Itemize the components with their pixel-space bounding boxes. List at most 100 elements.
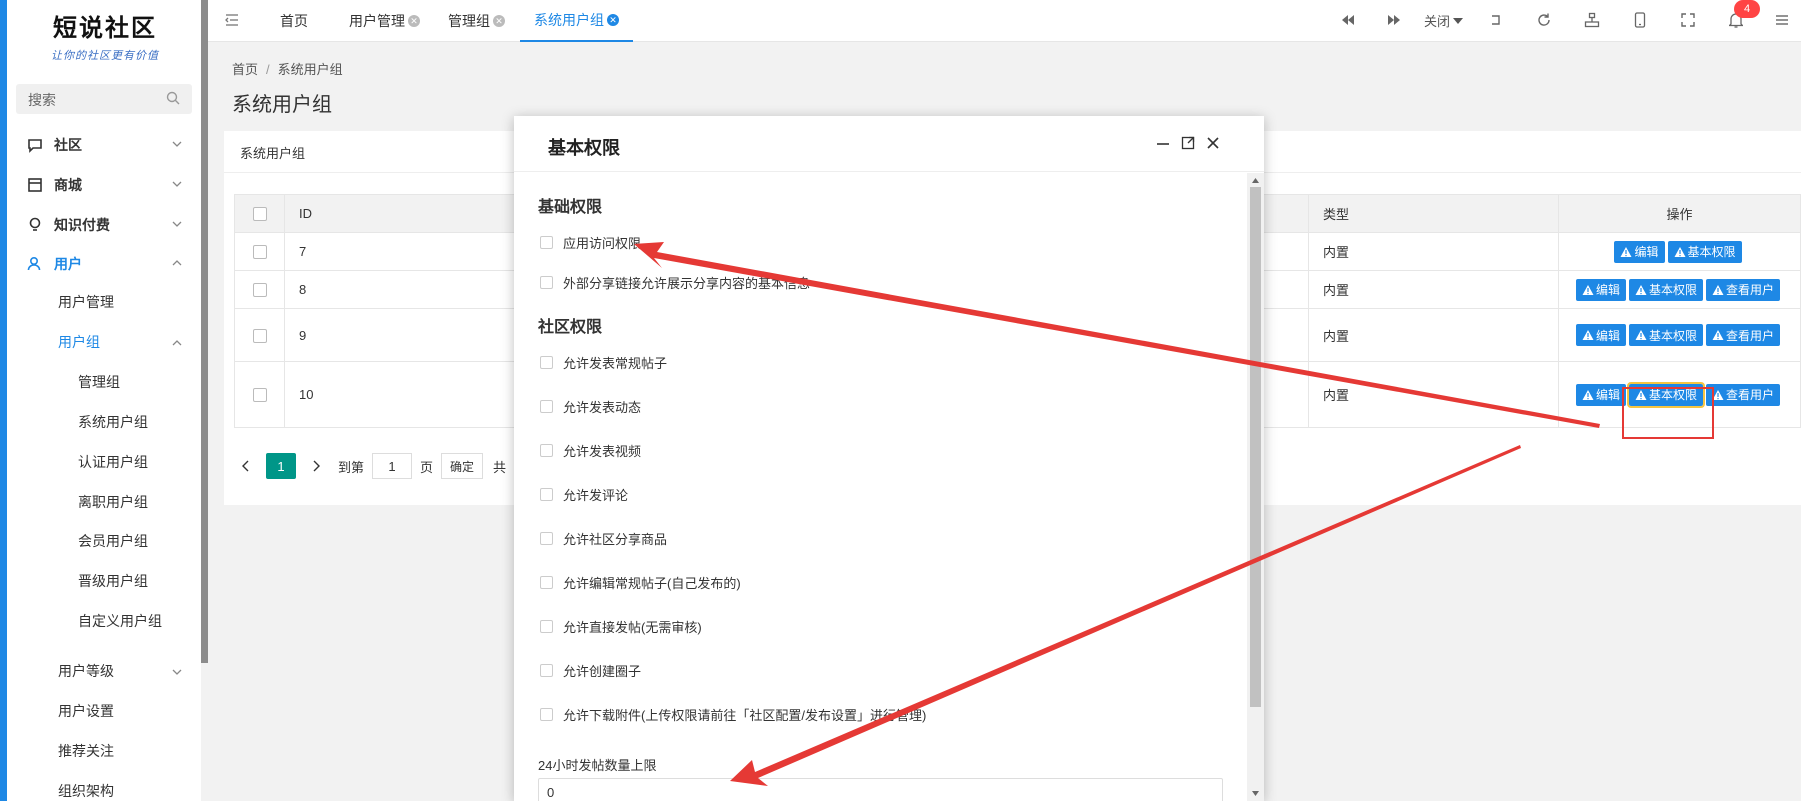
logo[interactable]: 短说社区 让你的社区更有价值: [30, 8, 180, 63]
sidebar-item-user[interactable]: 用户: [0, 249, 201, 279]
breadcrumb-current: 系统用户组: [277, 62, 343, 77]
edit-button[interactable]: 编辑: [1575, 278, 1626, 301]
perm-share-link-info[interactable]: 外部分享链接允许展示分享内容的基本信息: [540, 273, 810, 292]
breadcrumb-home[interactable]: 首页: [232, 62, 258, 77]
perm-label: 应用访问权限: [563, 236, 642, 251]
perm-create-circle[interactable]: 允许创建圈子: [540, 661, 641, 680]
sidebar-item-system-group[interactable]: 系统用户组: [78, 408, 148, 436]
view-users-button[interactable]: 查看用户: [1706, 324, 1781, 346]
mobile-preview-icon[interactable]: [1630, 10, 1650, 30]
edit-button[interactable]: 编辑: [1614, 240, 1665, 263]
basic-perm-button-label: 基本权限: [1648, 328, 1697, 343]
sidebar-item-org-structure[interactable]: 组织架构: [58, 777, 114, 801]
perm-edit-own-post[interactable]: 允许编辑常规帖子(自己发布的): [540, 573, 741, 592]
tab-home[interactable]: 首页: [280, 0, 308, 42]
row-checkbox[interactable]: [252, 328, 267, 343]
prev-page-icon[interactable]: [234, 454, 258, 478]
tab-label: 首页: [280, 13, 308, 29]
section-title-community: 社区权限: [538, 319, 603, 336]
basic-perm-button[interactable]: 基本权限: [1667, 240, 1742, 263]
close-tabs-dropdown[interactable]: 关闭: [1424, 11, 1464, 30]
perm-post-no-review[interactable]: 允许直接发帖(无需审核): [540, 617, 702, 636]
view-users-button[interactable]: 查看用户: [1706, 383, 1781, 406]
maximize-icon[interactable]: [1179, 134, 1197, 152]
perm-post-moment[interactable]: 允许发表动态: [540, 397, 641, 416]
search-placeholder: 搜索: [28, 92, 56, 108]
basic-perm-button[interactable]: 基本权限: [1628, 324, 1703, 346]
row-checkbox[interactable]: [252, 245, 267, 260]
sidebar-item-knowledge[interactable]: 知识付费: [0, 210, 201, 240]
row-type: 内置: [1308, 308, 1559, 362]
tab-system-group[interactable]: 系统用户组 ✕: [520, 0, 633, 42]
perm-checkbox[interactable]: [540, 356, 553, 369]
close-icon[interactable]: ✕: [408, 15, 420, 27]
perm-checkbox[interactable]: [540, 532, 553, 545]
scroll-down-icon[interactable]: [1251, 789, 1260, 798]
tab-scroll-right-icon[interactable]: [1384, 10, 1404, 30]
scroll-up-icon[interactable]: [1251, 176, 1260, 185]
perm-checkbox[interactable]: [540, 708, 553, 721]
perm-post-regular[interactable]: 允许发表常规帖子: [540, 353, 667, 372]
tab-admin-group[interactable]: 管理组 ✕: [448, 0, 505, 42]
sidebar-item-store[interactable]: 商城: [0, 170, 201, 200]
post-limit-input[interactable]: 0: [538, 778, 1223, 801]
perm-download-attachment[interactable]: 允许下载附件(上传权限请前往「社区配置/发布设置」进行管理): [540, 705, 926, 724]
sidebar-item-user-settings[interactable]: 用户设置: [58, 697, 114, 725]
page-input[interactable]: 1: [372, 453, 413, 479]
perm-checkbox[interactable]: [540, 236, 553, 249]
close-icon[interactable]: ✕: [607, 14, 619, 26]
sidebar-item-custom-group[interactable]: 自定义用户组: [78, 607, 162, 635]
sidebar-search[interactable]: 搜索: [16, 84, 192, 114]
scrollbar-thumb[interactable]: [1250, 187, 1261, 707]
sidebar-item-promotion-group[interactable]: 晋级用户组: [78, 567, 148, 595]
tab-scroll-left-icon[interactable]: [1338, 10, 1358, 30]
perm-checkbox[interactable]: [540, 664, 553, 677]
perm-share-goods[interactable]: 允许社区分享商品: [540, 529, 667, 548]
current-page[interactable]: 1: [266, 453, 296, 479]
sidebar-item-admin-group[interactable]: 管理组: [78, 368, 120, 396]
menu-collapse-icon[interactable]: [224, 12, 240, 28]
sidebar-item-user-manage[interactable]: 用户管理: [58, 288, 114, 316]
sitemap-icon[interactable]: [1582, 10, 1602, 30]
edit-button[interactable]: 编辑: [1575, 383, 1626, 406]
refresh-icon[interactable]: [1534, 10, 1554, 30]
view-users-button[interactable]: 查看用户: [1706, 278, 1781, 301]
perm-checkbox[interactable]: [540, 576, 553, 589]
fullscreen-icon[interactable]: [1678, 10, 1698, 30]
perm-checkbox[interactable]: [540, 488, 553, 501]
sidebar-item-user-level[interactable]: 用户等级: [58, 657, 114, 685]
close-icon[interactable]: [1204, 134, 1222, 152]
sidebar-scrollbar[interactable]: [201, 0, 208, 663]
perm-post-video[interactable]: 允许发表视频: [540, 441, 641, 460]
next-page-icon[interactable]: [304, 454, 328, 478]
perm-checkbox[interactable]: [540, 400, 553, 413]
tab-user-manage[interactable]: 用户管理 ✕: [349, 0, 420, 42]
perm-app-access[interactable]: 应用访问权限: [540, 233, 641, 252]
search-icon[interactable]: [166, 91, 180, 105]
notification-badge: 4: [1734, 0, 1760, 18]
more-menu-icon[interactable]: [1772, 10, 1792, 30]
row-checkbox[interactable]: [252, 388, 267, 403]
perm-checkbox[interactable]: [540, 620, 553, 633]
goto-confirm-button[interactable]: 确定: [441, 453, 484, 479]
perm-checkbox[interactable]: [540, 444, 553, 457]
row-checkbox[interactable]: [252, 283, 267, 298]
sidebar-item-verified-group[interactable]: 认证用户组: [78, 448, 148, 476]
warning-icon: [1582, 389, 1594, 400]
sidebar-item-resigned-group[interactable]: 离职用户组: [78, 488, 148, 516]
edit-button[interactable]: 编辑: [1575, 324, 1626, 346]
select-all-checkbox[interactable]: [252, 207, 267, 222]
perm-checkbox[interactable]: [540, 276, 553, 289]
perm-comment[interactable]: 允许发评论: [540, 485, 628, 504]
basic-perm-button[interactable]: 基本权限: [1628, 278, 1703, 301]
sidebar-item-recommend-follow[interactable]: 推荐关注: [58, 737, 114, 765]
sidebar-item-user-group[interactable]: 用户组: [58, 328, 100, 356]
minimize-icon[interactable]: [1154, 134, 1172, 152]
modal-scrollbar[interactable]: [1247, 173, 1264, 801]
close-icon[interactable]: ✕: [493, 15, 505, 27]
sidebar-item-member-group[interactable]: 会员用户组: [78, 527, 148, 555]
sidebar-item-label: 用户组: [58, 334, 100, 350]
sidebar-item-community[interactable]: 社区: [0, 130, 201, 160]
back-icon[interactable]: [1486, 10, 1506, 30]
view-users-button-label: 查看用户: [1726, 388, 1775, 402]
